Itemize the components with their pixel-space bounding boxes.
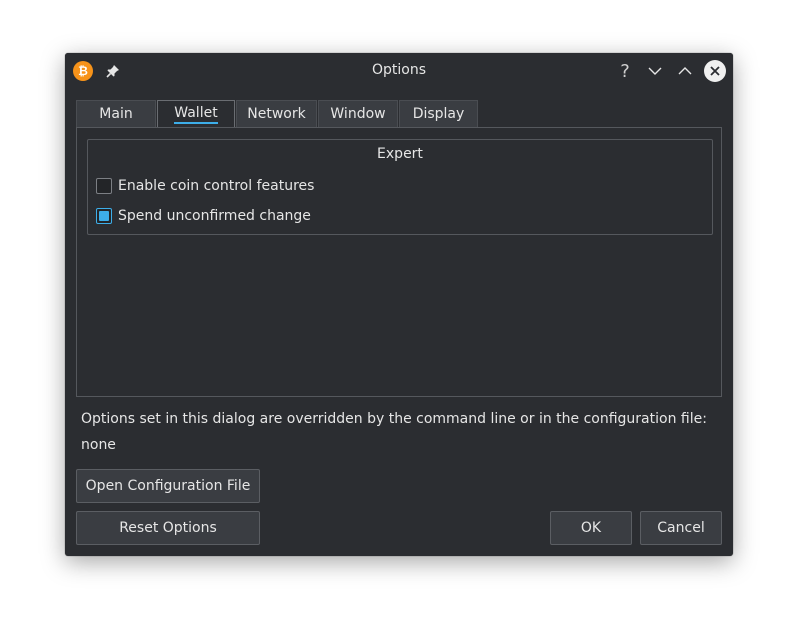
tab-label: Wallet [174,105,218,124]
title-bar[interactable]: ₿ Options ? [65,53,733,89]
minimize-icon[interactable] [645,61,665,81]
close-icon[interactable] [704,60,726,82]
checkbox-label: Enable coin control features [118,178,315,194]
options-dialog: ₿ Options ? Main Wallet Network Window D… [65,53,733,556]
cancel-button[interactable]: Cancel [640,511,722,545]
tab-label: Main [99,106,133,122]
override-value-text: none [81,437,116,453]
spend-unconfirmed-checkbox[interactable]: Spend unconfirmed change [96,207,311,225]
wallet-tab-panel: Expert Enable coin control features Spen… [76,127,722,397]
expert-group-title: Expert [377,146,423,162]
tab-label: Window [330,106,386,122]
maximize-icon[interactable] [675,61,695,81]
tab-display[interactable]: Display [399,100,478,127]
checkbox-unchecked[interactable] [96,178,112,194]
tab-main[interactable]: Main [76,100,156,127]
open-configuration-file-button[interactable]: Open Configuration File [76,469,260,503]
ok-button[interactable]: OK [550,511,632,545]
tab-window[interactable]: Window [318,100,398,127]
checkbox-label: Spend unconfirmed change [118,208,311,224]
help-icon[interactable]: ? [615,61,635,82]
tab-network[interactable]: Network [236,100,317,127]
tab-label: Network [247,106,306,122]
tab-bar: Main Wallet Network Window Display [76,100,479,128]
checkbox-checked[interactable] [96,208,112,224]
tab-label: Display [412,106,465,122]
override-info-text: Options set in this dialog are overridde… [81,411,707,427]
tab-wallet[interactable]: Wallet [157,100,235,127]
enable-coin-control-checkbox[interactable]: Enable coin control features [96,177,314,195]
reset-options-button[interactable]: Reset Options [76,511,260,545]
expert-groupbox: Expert Enable coin control features Spen… [87,139,713,235]
